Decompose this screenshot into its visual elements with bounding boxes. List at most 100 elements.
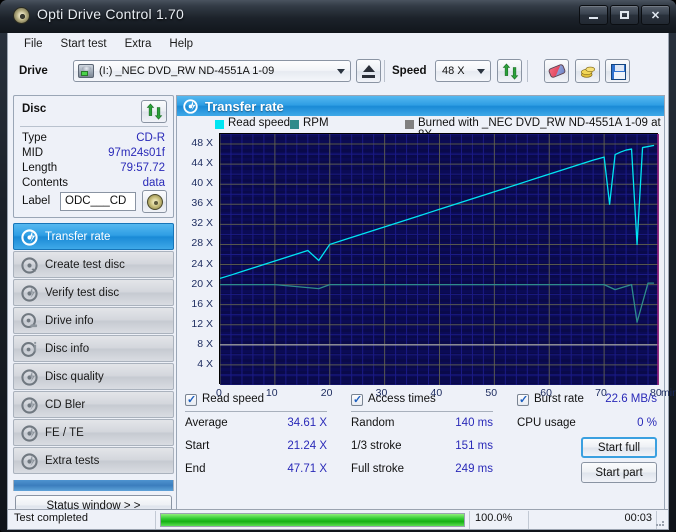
chevron-down-icon bbox=[477, 69, 485, 74]
cpu-usage-label: CPU usage bbox=[517, 417, 576, 429]
sidebar-item-fe-te[interactable]: FE / TE bbox=[13, 419, 174, 446]
menu-help[interactable]: Help bbox=[160, 36, 202, 52]
close-button[interactable]: ✕ bbox=[641, 5, 670, 25]
read-speed-start-value: 21.24 X bbox=[287, 440, 327, 452]
sidebar-item-disc-quality[interactable]: Disc quality bbox=[13, 363, 174, 390]
panel-title: Transfer rate bbox=[205, 98, 284, 114]
burst-rate-checkbox[interactable] bbox=[517, 393, 529, 406]
chart-plot[interactable] bbox=[219, 133, 660, 386]
eject-icon-bar bbox=[362, 75, 375, 78]
access-random-value: 140 ms bbox=[455, 417, 493, 429]
disc-write-icon bbox=[21, 257, 38, 274]
sidebar-item-transfer-rate[interactable]: Transfer rate bbox=[13, 223, 174, 250]
sidebar-label: Create test disc bbox=[45, 258, 125, 271]
elapsed-time: 00:03 bbox=[624, 512, 652, 524]
access-full-stroke-value: 249 ms bbox=[455, 463, 493, 475]
sidebar-label: Drive info bbox=[45, 314, 94, 327]
y-axis-tick: 8 X bbox=[197, 337, 213, 350]
sidebar-label: Extra tests bbox=[45, 454, 100, 467]
eject-button[interactable] bbox=[356, 59, 381, 83]
minimize-button[interactable] bbox=[579, 5, 608, 25]
speed-select-value: 48 X bbox=[442, 65, 465, 77]
status-bar: Test completed 100.0% 00:03 bbox=[7, 509, 669, 530]
sidebar-item-create-test-disc[interactable]: Create test disc bbox=[13, 251, 174, 278]
disc-refresh-button[interactable] bbox=[141, 100, 167, 123]
access-full-stroke-label: Full stroke bbox=[351, 463, 405, 475]
read-speed-end-label: End bbox=[185, 463, 206, 475]
y-axis-tick: 28 X bbox=[191, 237, 213, 250]
sidebar-item-extra-tests[interactable]: Extra tests bbox=[13, 447, 174, 474]
disc-label-label: Label bbox=[22, 195, 51, 207]
cpu-usage-value: 0 % bbox=[637, 417, 657, 429]
access-times-title: Access times bbox=[368, 393, 436, 405]
sidebar-label: CD Bler bbox=[45, 398, 86, 411]
read-speed-end-value: 47.71 X bbox=[287, 463, 327, 475]
burst-rate-title: Burst rate bbox=[534, 393, 584, 405]
chevron-down-icon bbox=[337, 69, 345, 74]
disc-length-value: 79:57.72 bbox=[120, 162, 165, 174]
start-part-button[interactable]: Start part bbox=[581, 462, 657, 483]
y-axis-tick: 12 X bbox=[191, 317, 213, 330]
gold-coins-icon bbox=[581, 66, 596, 78]
status-divider-3 bbox=[528, 511, 529, 529]
sidebar-item-disc-info[interactable]: Disc info bbox=[13, 335, 174, 362]
chart-legend: Read speed RPM Burned with _NEC DVD_RW N… bbox=[177, 117, 664, 141]
access-times-checkbox[interactable] bbox=[351, 393, 363, 406]
sidebar-label: FE / TE bbox=[45, 426, 84, 439]
refresh-button[interactable] bbox=[497, 59, 522, 83]
resize-grip-icon[interactable] bbox=[655, 517, 665, 527]
drive-select[interactable]: (I:) _NEC DVD_RW ND-4551A 1-09 bbox=[73, 60, 351, 82]
legend-swatch-rpm bbox=[290, 120, 299, 129]
sidebar-item-cd-bler[interactable]: CD Bler bbox=[13, 391, 174, 418]
disc-header: Disc bbox=[22, 103, 47, 115]
sidebar-nav: Transfer rate Create test disc Verify te… bbox=[13, 223, 174, 475]
speed-select[interactable]: 48 X bbox=[435, 60, 491, 82]
application-window: Opti Drive Control 1.70 ✕ File Start tes… bbox=[0, 0, 676, 532]
sidebar-accent-strip bbox=[13, 480, 174, 491]
status-divider-1 bbox=[155, 511, 156, 529]
save-button[interactable] bbox=[605, 59, 630, 83]
refresh-icon bbox=[146, 103, 163, 120]
bookmark-button[interactable] bbox=[575, 59, 600, 83]
y-axis-tick: 4 X bbox=[197, 357, 213, 370]
access-random-label: Random bbox=[351, 417, 395, 429]
disc-type-label: Type bbox=[22, 132, 47, 144]
disc-quality-icon bbox=[21, 369, 38, 386]
y-axis-tick: 32 X bbox=[191, 217, 213, 230]
cd-disc-icon bbox=[147, 194, 163, 210]
y-axis-tick: 48 X bbox=[191, 137, 213, 150]
access-third-stroke-label: 1/3 stroke bbox=[351, 440, 402, 452]
drive-label: Drive bbox=[19, 65, 48, 77]
disc-mid-value: 97m24s01f bbox=[108, 147, 165, 159]
disc-label-input[interactable]: ODC___CD bbox=[60, 192, 136, 211]
erase-button[interactable] bbox=[544, 59, 569, 83]
disc-type-value: CD-R bbox=[136, 132, 165, 144]
disc-speed-icon bbox=[183, 98, 198, 114]
sidebar-label: Disc quality bbox=[45, 370, 104, 383]
drive-info-icon bbox=[21, 313, 38, 329]
disc-label-button[interactable] bbox=[142, 190, 167, 213]
optical-drive-icon bbox=[78, 64, 94, 78]
legend-label-rpm: RPM bbox=[303, 117, 329, 129]
read-speed-start-label: Start bbox=[185, 440, 210, 452]
sidebar-item-drive-info[interactable]: Drive info bbox=[13, 307, 174, 334]
y-axis-tick: 16 X bbox=[191, 297, 213, 310]
disc-info-box: Disc Type CD-R MID 97m24s01f Length 79:5… bbox=[13, 95, 174, 218]
floppy-save-icon bbox=[611, 64, 626, 80]
menu-file[interactable]: File bbox=[15, 36, 52, 52]
window-controls: ✕ bbox=[579, 5, 670, 25]
menu-extra[interactable]: Extra bbox=[116, 36, 161, 52]
y-axis-tick: 40 X bbox=[191, 177, 213, 190]
disc-contents-value: data bbox=[142, 177, 165, 189]
menu-start-test[interactable]: Start test bbox=[52, 36, 116, 52]
progress-bar-fill bbox=[161, 514, 464, 526]
sidebar-item-verify-test-disc[interactable]: Verify test disc bbox=[13, 279, 174, 306]
legend-label-read-speed: Read speed bbox=[228, 117, 291, 129]
transfer-rate-panel: Transfer rate Read speed RPM Burned with… bbox=[176, 95, 676, 515]
progress-percent: 100.0% bbox=[475, 512, 513, 524]
start-full-button[interactable]: Start full bbox=[581, 437, 657, 458]
speed-label: Speed bbox=[392, 65, 427, 77]
chart-svg bbox=[219, 133, 660, 386]
maximize-button[interactable] bbox=[610, 5, 639, 25]
read-speed-checkbox[interactable] bbox=[185, 393, 197, 406]
